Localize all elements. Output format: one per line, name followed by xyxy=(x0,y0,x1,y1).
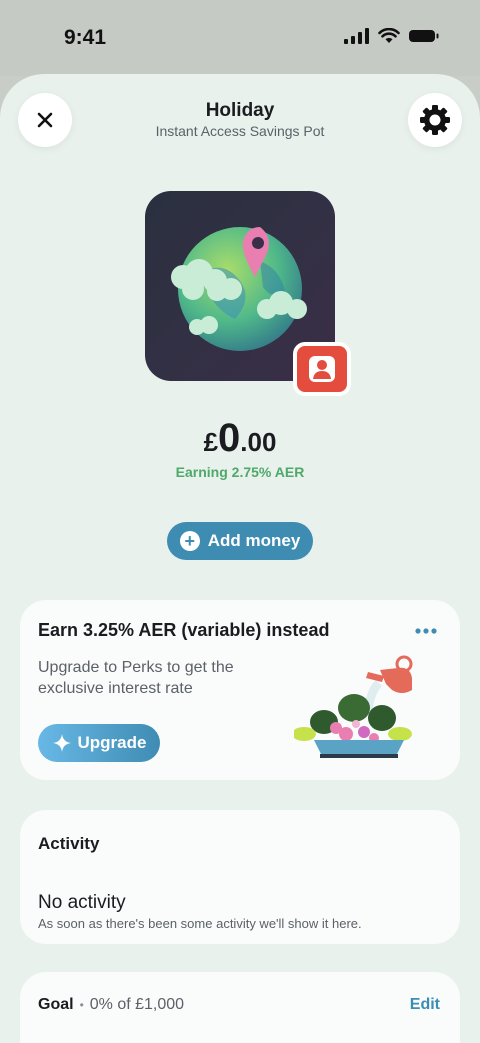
promo-description: Upgrade to Perks to get the exclusive in… xyxy=(38,659,234,697)
goal-row: Goal • 0% of £1,000 xyxy=(38,996,184,1014)
watering-can-plant-illustration xyxy=(294,655,413,758)
goal-label: Goal xyxy=(38,996,74,1013)
signal-icon xyxy=(344,28,369,44)
status-bar: 9:41 xyxy=(0,0,480,76)
upgrade-promo-card: Earn 3.25% AER (variable) instead Upgrad… xyxy=(20,600,460,780)
sparkle-icon xyxy=(52,734,71,752)
activity-card: Activity No activity As soon as there's … xyxy=(20,810,460,944)
balance-currency: £ xyxy=(203,427,219,457)
goal-card: Goal • 0% of £1,000 Edit xyxy=(20,972,460,1043)
add-money-button[interactable]: + Add money xyxy=(167,522,313,560)
activity-empty-hint: As soon as there's been some activity we… xyxy=(38,916,362,931)
add-money-label: Add money xyxy=(207,531,301,550)
pot-balance: £0.00 xyxy=(0,416,480,461)
balance-decimals: .00 xyxy=(240,427,277,457)
goal-edit-button[interactable]: Edit xyxy=(410,996,440,1014)
gear-icon xyxy=(420,105,450,135)
goal-separator: • xyxy=(79,998,84,1012)
more-options-icon[interactable] xyxy=(414,624,438,638)
goal-progress: 0% of £1,000 xyxy=(89,996,185,1013)
status-time: 9:41 xyxy=(64,26,107,49)
status-icons xyxy=(344,28,440,44)
balance-main: 0 xyxy=(218,416,241,460)
activity-title: Activity xyxy=(38,834,100,853)
person-icon xyxy=(309,356,335,382)
upgrade-button[interactable]: Upgrade xyxy=(38,724,160,762)
activity-empty-title: No activity xyxy=(38,892,126,913)
wifi-icon xyxy=(378,28,400,43)
shared-pot-badge xyxy=(293,342,351,396)
settings-button[interactable] xyxy=(408,93,462,147)
plus-icon: + xyxy=(179,531,200,551)
upgrade-label: Upgrade xyxy=(77,733,147,752)
promo-title: Earn 3.25% AER (variable) instead xyxy=(38,620,330,640)
pot-sheet: Holiday Instant Access Savings Pot £0.00… xyxy=(0,74,480,1043)
earning-rate: Earning 2.75% AER xyxy=(175,464,305,480)
battery-icon xyxy=(409,30,439,42)
